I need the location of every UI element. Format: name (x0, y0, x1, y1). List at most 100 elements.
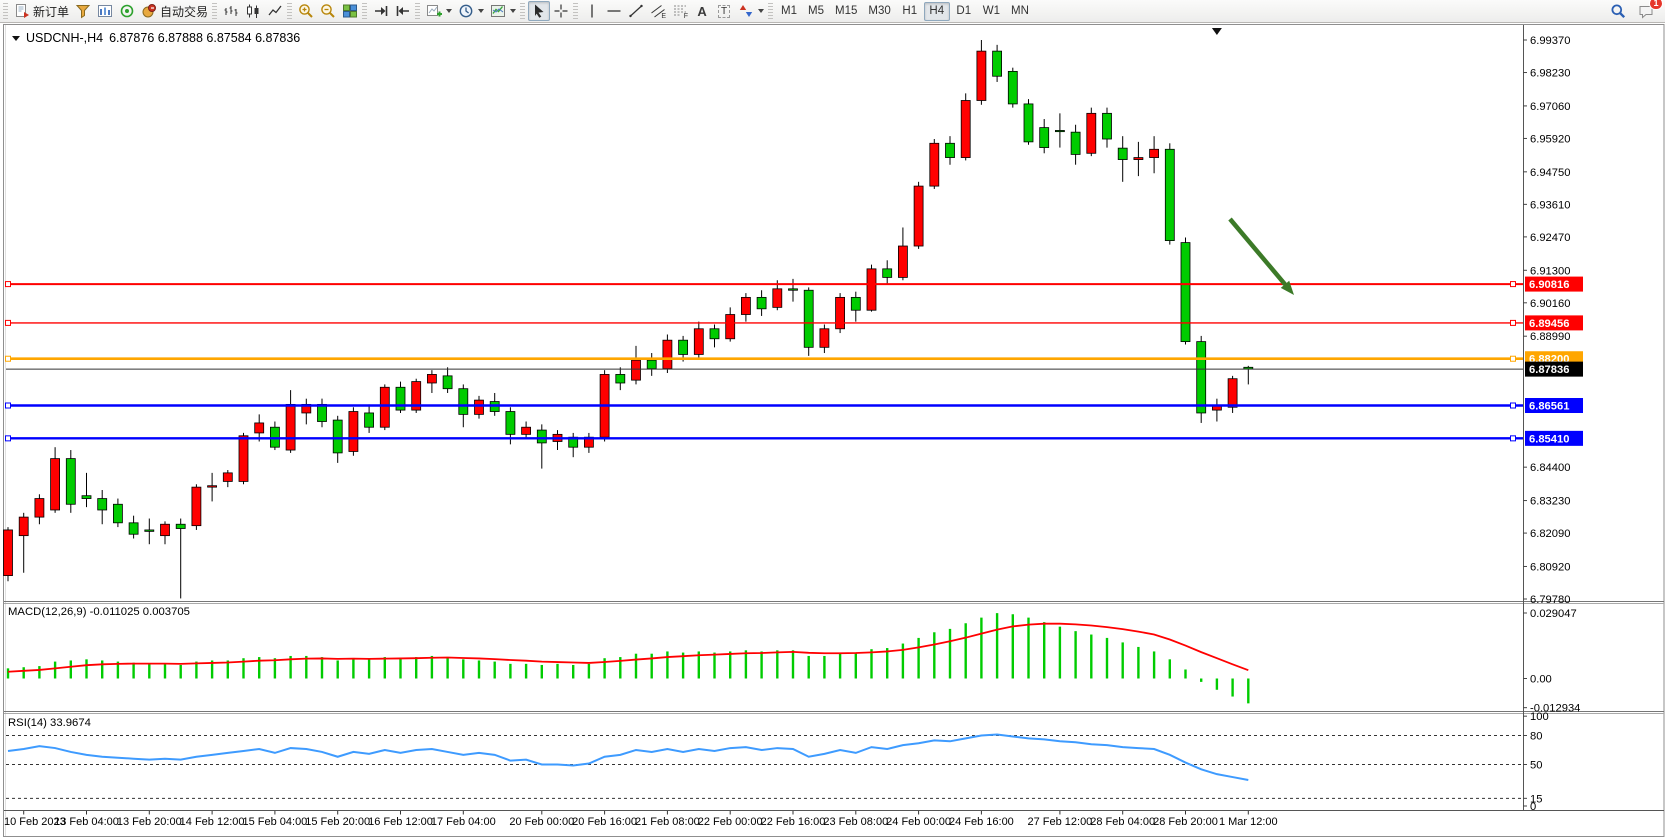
depth-chart-icon (97, 3, 113, 19)
funnel-button[interactable] (72, 1, 94, 21)
svg-text:6.80920: 6.80920 (1530, 561, 1570, 573)
channel-icon: E (650, 3, 666, 19)
cursor-icon (531, 3, 547, 19)
timeframe-m15-button[interactable]: M15 (830, 2, 862, 21)
svg-text:13 Feb 04:00: 13 Feb 04:00 (54, 816, 119, 828)
zoom-out-button[interactable] (317, 1, 339, 21)
svg-text:6.83230: 6.83230 (1530, 496, 1570, 508)
auto-trading-label: 自动交易 (160, 3, 208, 20)
svg-text:0: 0 (1530, 801, 1536, 813)
add-indicator-icon (426, 3, 442, 19)
svg-text:6.94750: 6.94750 (1530, 167, 1570, 179)
zoom-in-button[interactable] (295, 1, 317, 21)
svg-text:6.99370: 6.99370 (1530, 35, 1570, 47)
timeframe-w1-button[interactable]: W1 (978, 2, 1005, 21)
timeframe-m5-button[interactable]: M5 (803, 2, 829, 21)
timeframe-m30-button[interactable]: M30 (863, 2, 895, 21)
bar-chart-button[interactable] (220, 1, 242, 21)
cursor-tool-button[interactable] (528, 1, 550, 21)
svg-text:6.82090: 6.82090 (1530, 528, 1570, 540)
svg-text:24 Feb 16:00: 24 Feb 16:00 (949, 816, 1014, 828)
line-chart-icon (267, 3, 283, 19)
market-depth-button[interactable] (94, 1, 116, 21)
arrows-tool-button[interactable] (735, 1, 767, 21)
crosshair-icon (553, 3, 569, 19)
chart-shift-icon (395, 3, 411, 19)
auto-trading-button[interactable]: 自动交易 (138, 1, 211, 21)
rsi-label: RSI(14) 33.9674 (8, 717, 91, 729)
svg-text:16 Feb 12:00: 16 Feb 12:00 (368, 816, 433, 828)
timeframe-d1-button[interactable]: D1 (951, 2, 977, 21)
arrow-shapes-icon (738, 3, 754, 19)
templates-button[interactable] (487, 1, 519, 21)
notifications-button[interactable]: 1 (1635, 1, 1657, 21)
svg-text:20 Feb 16:00: 20 Feb 16:00 (572, 816, 637, 828)
trendline-icon (628, 3, 644, 19)
svg-text:6.92470: 6.92470 (1530, 232, 1570, 244)
price-chip: 6.86561 (1525, 398, 1583, 413)
mt4-terminal: { "toolbar": { "new_order": "新订单", "auto… (0, 0, 1665, 837)
line-chart-button[interactable] (264, 1, 286, 21)
chart-template-icon (490, 3, 506, 19)
crosshair-tool-button[interactable] (550, 1, 572, 21)
search-button[interactable] (1607, 1, 1629, 21)
text-label-icon: T (718, 5, 730, 18)
svg-text:15 Feb 20:00: 15 Feb 20:00 (305, 816, 370, 828)
toolbar-grip[interactable] (415, 3, 420, 19)
horizontal-line-icon (606, 3, 622, 19)
zoom-in-icon (298, 3, 314, 19)
tile-windows-button[interactable] (339, 1, 361, 21)
chart-shift-button[interactable] (392, 1, 414, 21)
macd-label: MACD(12,26,9) -0.011025 0.003705 (8, 606, 190, 618)
timeframe-h1-button[interactable]: H1 (897, 2, 923, 21)
price-chip: 6.85410 (1525, 431, 1583, 446)
indicators-button[interactable] (423, 1, 455, 21)
signal-icon (119, 3, 135, 19)
auto-scroll-button[interactable] (370, 1, 392, 21)
candlestick-chart-icon (245, 3, 261, 19)
svg-text:14 Feb 12:00: 14 Feb 12:00 (180, 816, 245, 828)
svg-text:6.95920: 6.95920 (1530, 133, 1570, 145)
chart-canvas[interactable]: 6.993706.982306.970606.959206.947506.936… (0, 0, 1665, 837)
svg-text:21 Feb 08:00: 21 Feb 08:00 (635, 816, 700, 828)
chart-symbol-title: USDCNH-,H4 (26, 31, 103, 45)
toolbar-grip[interactable] (287, 3, 292, 19)
toolbar-grip[interactable] (768, 3, 773, 19)
svg-text:6.87836: 6.87836 (1529, 364, 1569, 376)
main-toolbar: 新订单 自动交易 (0, 0, 1665, 23)
fibonacci-tool-button[interactable]: F (669, 1, 691, 21)
vertical-line-tool-button[interactable] (581, 1, 603, 21)
toolbar-grip[interactable] (212, 3, 217, 19)
auto-trading-icon (141, 3, 157, 19)
price-chip: 6.89456 (1525, 315, 1583, 330)
svg-text:27 Feb 12:00: 27 Feb 12:00 (1027, 816, 1092, 828)
clock-icon (458, 3, 474, 19)
svg-text:0.00: 0.00 (1530, 674, 1552, 686)
toolbar-grip[interactable] (520, 3, 525, 19)
auto-scroll-icon (373, 3, 389, 19)
horizontal-line-tool-button[interactable] (603, 1, 625, 21)
periods-button[interactable] (455, 1, 487, 21)
toolbar-grip[interactable] (3, 3, 8, 19)
svg-text:6.84400: 6.84400 (1530, 462, 1570, 474)
svg-text:6.85410: 6.85410 (1529, 433, 1569, 445)
equidistant-channel-tool-button[interactable]: E (647, 1, 669, 21)
zoom-out-icon (320, 3, 336, 19)
bar-chart-icon (223, 3, 239, 19)
signals-button[interactable] (116, 1, 138, 21)
toolbar-grip[interactable] (362, 3, 367, 19)
toolbar-grip[interactable] (573, 3, 578, 19)
svg-text:13 Feb 20:00: 13 Feb 20:00 (117, 816, 182, 828)
svg-text:6.79780: 6.79780 (1530, 594, 1570, 606)
text-tool-button[interactable]: A (691, 1, 713, 21)
svg-text:28 Feb 04:00: 28 Feb 04:00 (1090, 816, 1155, 828)
timeframe-h4-button[interactable]: H4 (924, 2, 950, 21)
text-label-tool-button[interactable]: T (713, 1, 735, 21)
symbol-dropdown-icon[interactable] (12, 36, 20, 41)
candlestick-chart-button[interactable] (242, 1, 264, 21)
trendline-tool-button[interactable] (625, 1, 647, 21)
new-order-button[interactable]: 新订单 (11, 1, 72, 21)
timeframe-mn-button[interactable]: MN (1006, 2, 1034, 21)
svg-text:50: 50 (1530, 760, 1542, 772)
timeframe-m1-button[interactable]: M1 (776, 2, 802, 21)
